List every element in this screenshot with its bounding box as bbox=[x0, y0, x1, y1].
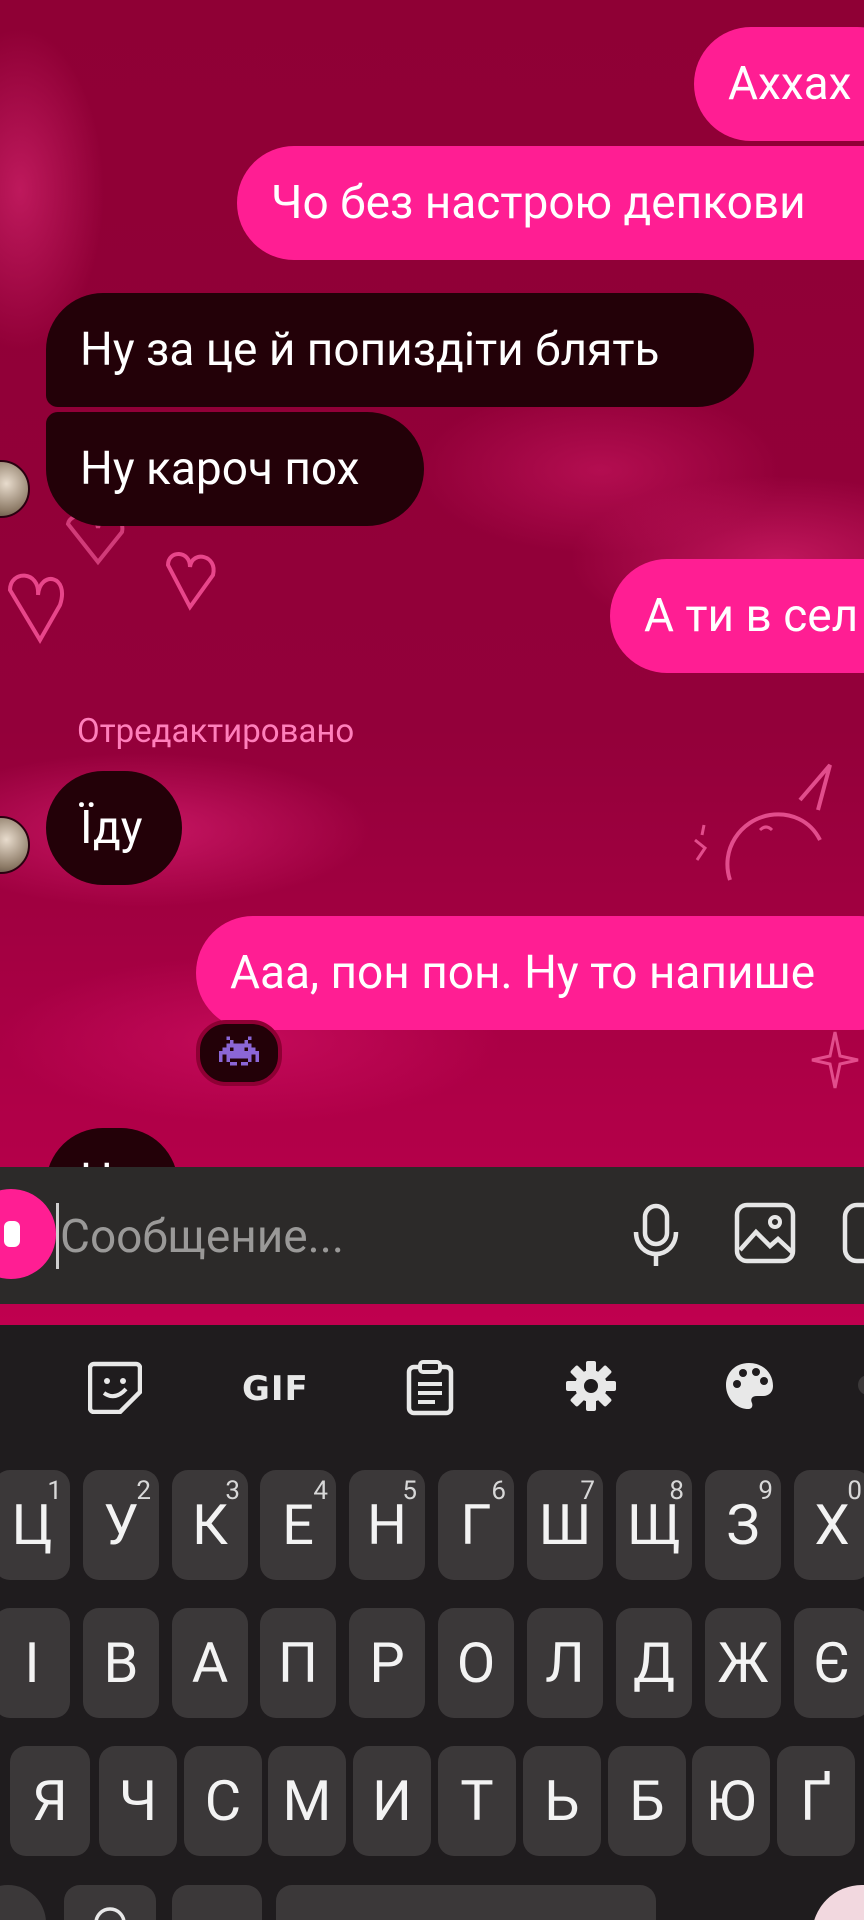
key-d[interactable]: Д bbox=[616, 1608, 692, 1718]
message-text: Чо без настрою депкови bbox=[271, 176, 806, 230]
key-ye[interactable]: Е4 bbox=[260, 1470, 336, 1580]
key-ya[interactable]: Я bbox=[10, 1746, 90, 1856]
outgoing-message[interactable]: Чо без настрою депкови bbox=[237, 146, 864, 260]
key-g-ua[interactable]: Ґ bbox=[777, 1746, 855, 1856]
heart-doodle bbox=[0, 560, 75, 650]
outgoing-message[interactable]: Ааа, пон пон. Ну то напише bbox=[196, 916, 864, 1030]
message-text: Аххах bbox=[728, 57, 852, 111]
key-zh[interactable]: Ж bbox=[705, 1608, 781, 1718]
chat-area[interactable]: Аххах Чо без настрою депкови Ну за це й … bbox=[0, 0, 864, 1325]
outgoing-message[interactable]: А ти в сел bbox=[610, 559, 864, 673]
heart-doodle bbox=[158, 545, 228, 615]
sparkle-doodle bbox=[810, 1030, 860, 1090]
key-n[interactable]: Н5 bbox=[349, 1470, 425, 1580]
avatar[interactable] bbox=[0, 816, 30, 874]
alien-monster-icon bbox=[219, 1035, 259, 1071]
globe-icon bbox=[199, 1897, 235, 1920]
message-composer bbox=[0, 1167, 864, 1304]
space-key[interactable] bbox=[276, 1885, 656, 1920]
outgoing-message[interactable]: Аххах bbox=[694, 27, 864, 141]
sticker-icon[interactable] bbox=[842, 1202, 864, 1268]
key-u[interactable]: У2 bbox=[83, 1470, 159, 1580]
key-shch[interactable]: Щ8 bbox=[616, 1470, 692, 1580]
palette-icon[interactable] bbox=[723, 1360, 775, 1412]
emoji-key[interactable] bbox=[64, 1885, 156, 1920]
key-b[interactable]: Б bbox=[608, 1746, 686, 1856]
toolbar-edge-icon bbox=[858, 1360, 864, 1410]
incoming-message[interactable]: Їду bbox=[46, 771, 182, 885]
smiley-icon bbox=[92, 1889, 128, 1920]
key-z[interactable]: З9 bbox=[705, 1470, 781, 1580]
key-p[interactable]: П bbox=[260, 1608, 336, 1718]
gallery-icon[interactable] bbox=[734, 1202, 796, 1268]
incoming-message[interactable]: Ну за це й попиздіти блять bbox=[46, 293, 754, 407]
key-soft-sign[interactable]: Ь bbox=[523, 1746, 601, 1856]
key-l[interactable]: Л bbox=[527, 1608, 603, 1718]
key-yu[interactable]: Ю bbox=[692, 1746, 770, 1856]
message-text: Ааа, пон пон. Ну то напише bbox=[230, 946, 816, 1000]
message-text: Ну за це й попиздіти блять bbox=[80, 323, 660, 377]
camera-icon[interactable] bbox=[0, 1189, 56, 1279]
unicorn-doodle bbox=[690, 760, 860, 910]
edited-label: Отредактировано bbox=[77, 712, 355, 751]
globe-key[interactable] bbox=[172, 1885, 262, 1920]
key-ye-ua[interactable]: Є bbox=[794, 1608, 864, 1718]
message-text: Ну кароч пох bbox=[80, 442, 360, 496]
on-screen-keyboard: GIF Ц1 У2 К3 Е4 Н5 Г6 Ш7 Щ8 З9 Х0 І В А … bbox=[0, 1325, 864, 1920]
emoji-sticker-icon[interactable] bbox=[88, 1360, 142, 1414]
key-i[interactable]: І bbox=[0, 1608, 70, 1718]
shift-key[interactable] bbox=[0, 1885, 46, 1920]
key-ch[interactable]: Ч bbox=[99, 1746, 177, 1856]
message-text: Їду bbox=[80, 801, 143, 855]
message-text: А ти в сел bbox=[644, 589, 859, 643]
key-h[interactable]: Г6 bbox=[438, 1470, 514, 1580]
message-input[interactable] bbox=[58, 1197, 582, 1277]
key-t[interactable]: Т bbox=[438, 1746, 516, 1856]
avatar[interactable] bbox=[0, 460, 30, 518]
enter-key[interactable] bbox=[812, 1885, 864, 1920]
microphone-icon[interactable] bbox=[630, 1202, 682, 1272]
key-r[interactable]: Р bbox=[349, 1608, 425, 1718]
gif-icon[interactable]: GIF bbox=[242, 1369, 309, 1409]
key-kh[interactable]: Х0 bbox=[794, 1470, 864, 1580]
clipboard-icon[interactable] bbox=[405, 1360, 455, 1416]
incoming-message[interactable]: Ну кароч пох bbox=[46, 412, 424, 526]
key-ts[interactable]: Ц1 bbox=[0, 1470, 70, 1580]
message-reaction[interactable] bbox=[196, 1020, 282, 1086]
key-m[interactable]: М bbox=[268, 1746, 346, 1856]
key-o[interactable]: О bbox=[438, 1608, 514, 1718]
settings-icon[interactable] bbox=[565, 1360, 617, 1412]
key-a[interactable]: А bbox=[172, 1608, 248, 1718]
key-k[interactable]: К3 bbox=[172, 1470, 248, 1580]
toolbar-edge-icon bbox=[0, 1360, 6, 1410]
key-y[interactable]: И bbox=[353, 1746, 431, 1856]
key-sh[interactable]: Ш7 bbox=[527, 1470, 603, 1580]
key-v[interactable]: В bbox=[83, 1608, 159, 1718]
key-s[interactable]: С bbox=[184, 1746, 262, 1856]
